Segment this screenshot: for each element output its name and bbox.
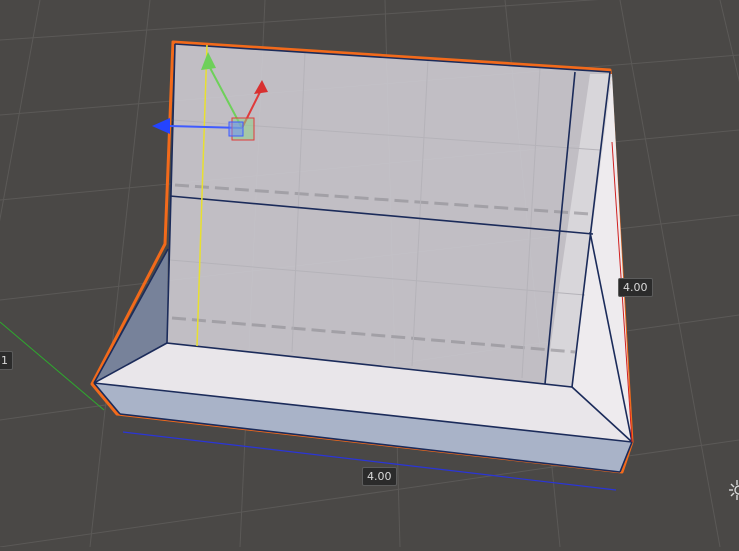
light-sun-icon[interactable] bbox=[728, 478, 739, 502]
left-edge-dimension-label: 1 bbox=[0, 351, 13, 370]
width-dimension-label: 4.00 bbox=[362, 467, 397, 486]
scene-viewport[interactable]: 4.00 4.00 1 bbox=[0, 0, 739, 548]
selected-mesh[interactable] bbox=[90, 40, 634, 474]
scene-canvas[interactable] bbox=[0, 0, 739, 548]
world-axis-line bbox=[0, 321, 105, 411]
height-dimension-label: 4.00 bbox=[618, 278, 653, 297]
